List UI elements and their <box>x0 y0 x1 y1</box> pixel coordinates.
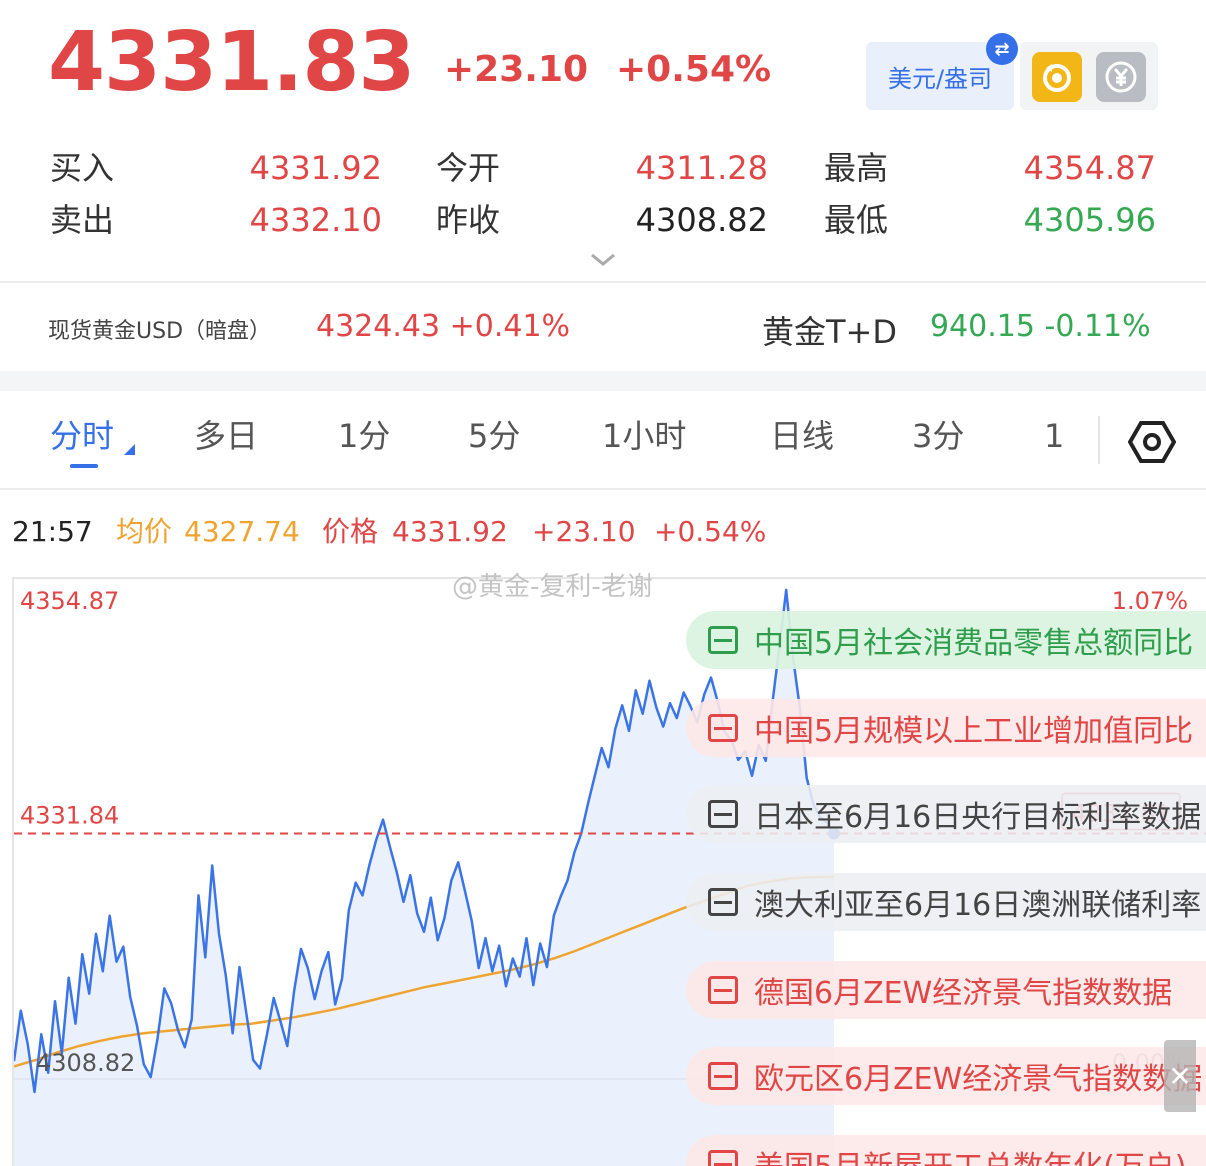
cursor-change-percent: +0.54% <box>654 515 767 548</box>
event-item[interactable]: 美国5月新屋开工总数年化(万户) <box>686 1135 1206 1166</box>
tab-multi-day[interactable]: 多日 <box>194 420 258 452</box>
close-events-icon[interactable]: ✕ <box>1164 1040 1196 1112</box>
cursor-change: +23.10 <box>532 515 636 548</box>
prev-close-value: 4308.82 <box>635 201 768 239</box>
price-change: +23.10 <box>444 49 589 90</box>
event-item[interactable]: 澳大利亚至6月16日澳洲联储利率 <box>686 873 1206 931</box>
gold-td-value[interactable]: 940.15 -0.11% <box>930 309 1151 344</box>
tab-more[interactable]: 1 <box>1044 420 1064 452</box>
active-tab-underline <box>70 464 98 468</box>
open-value: 4311.28 <box>635 149 768 187</box>
calendar-icon <box>708 1150 738 1166</box>
prev-close-label: 昨收 <box>436 201 501 239</box>
calendar-icon <box>708 888 738 916</box>
calendar-icon <box>708 976 738 1004</box>
cursor-price-value: 4331.92 <box>392 515 508 548</box>
spot-gold-value[interactable]: 4324.43 +0.41% <box>316 309 570 344</box>
y-axis-bottom-label: 4308.82 <box>36 1049 135 1077</box>
tab-intraday[interactable]: 分时 <box>50 420 114 452</box>
calendar-icon <box>708 1062 738 1090</box>
ask-value: 4332.10 <box>249 201 382 239</box>
high-value: 4354.87 <box>1023 149 1156 187</box>
event-item[interactable]: 日本至6月16日央行目标利率数据 <box>686 785 1206 843</box>
currency-icon[interactable] <box>1096 52 1146 102</box>
event-item[interactable]: 中国5月社会消费品零售总额同比 <box>686 611 1206 669</box>
currency-unit-label: 美元/盎司 <box>887 64 993 93</box>
crosshair-time: 21:57 <box>12 515 93 548</box>
avg-price-value: 4327.74 <box>184 515 300 548</box>
settings-hexagon-icon[interactable] <box>1127 420 1177 468</box>
calendar-icon <box>708 626 738 654</box>
gold-td-label[interactable]: 黄金T+D <box>762 307 897 353</box>
cursor-price-label: 价格 <box>322 515 379 548</box>
divider <box>0 281 1206 283</box>
avg-price-label: 均价 <box>116 515 173 548</box>
tab-3-minute[interactable]: 3分 <box>912 420 964 452</box>
event-item[interactable]: 中国5月规模以上工业增加值同比 <box>686 699 1206 757</box>
price-change-percent: +0.54% <box>616 49 772 90</box>
tab-1-minute[interactable]: 1分 <box>338 420 390 452</box>
event-item[interactable]: 德国6月ZEW经济景气指数数据 <box>686 961 1206 1019</box>
low-label: 最低 <box>824 201 889 239</box>
high-label: 最高 <box>824 149 889 187</box>
tab-1-hour[interactable]: 1小时 <box>602 420 686 452</box>
refresh-icon[interactable] <box>1032 52 1082 102</box>
section-spacer <box>0 371 1206 391</box>
tab-separator <box>1098 416 1100 464</box>
tab-daily[interactable]: 日线 <box>770 420 834 452</box>
expand-chevron-down-icon[interactable] <box>590 252 616 272</box>
calendar-icon <box>708 714 738 742</box>
low-value: 4305.96 <box>1023 201 1156 239</box>
spot-gold-label[interactable]: 现货黄金USD（暗盘） <box>48 313 271 345</box>
last-price: 4331.83 <box>48 15 415 110</box>
bid-value: 4331.92 <box>249 149 382 187</box>
tab-dropdown-indicator-icon <box>124 444 135 455</box>
ask-label: 卖出 <box>50 201 115 239</box>
y-axis-mid-label: 4331.84 <box>20 801 119 829</box>
tab-5-minute[interactable]: 5分 <box>468 420 520 452</box>
bid-label: 买入 <box>50 149 115 187</box>
intraday-chart[interactable]: 4354.874331.844308.821.07%0.00%4331.81 中… <box>12 577 1206 1166</box>
event-item[interactable]: 欧元区6月ZEW经济景气指数数据 <box>686 1047 1206 1105</box>
watermark: @黄金-复利-老谢 <box>452 572 653 602</box>
calendar-icon <box>708 800 738 828</box>
y-axis-top-label: 4354.87 <box>20 587 119 615</box>
open-label: 今开 <box>436 149 501 187</box>
divider <box>0 488 1206 490</box>
swap-icon[interactable]: ⇄ <box>986 33 1018 65</box>
